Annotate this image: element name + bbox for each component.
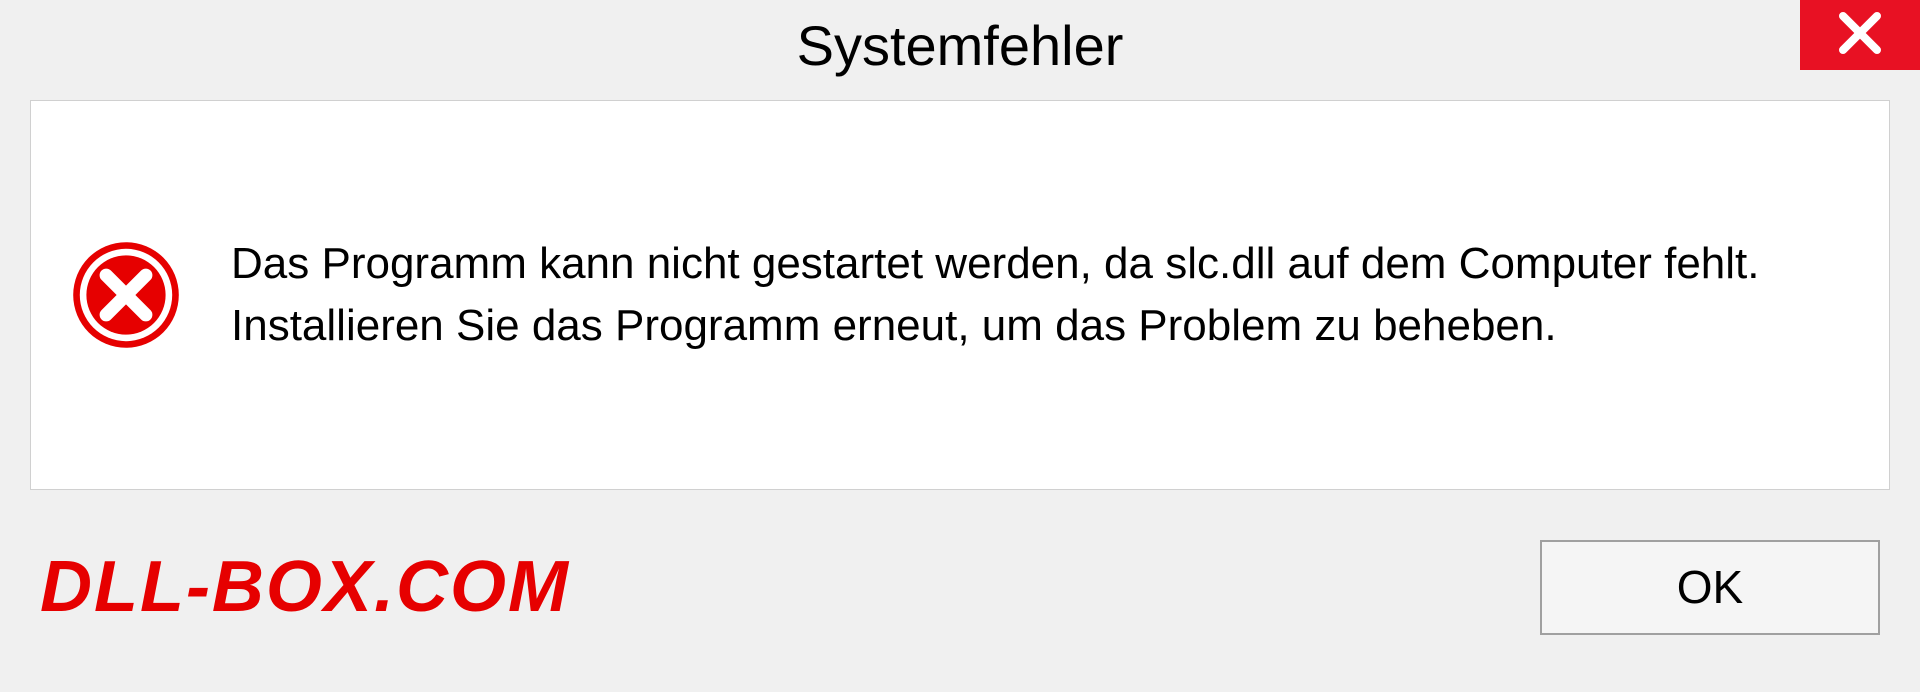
titlebar: Systemfehler bbox=[0, 0, 1920, 90]
ok-button[interactable]: OK bbox=[1540, 540, 1880, 635]
error-icon bbox=[71, 240, 181, 350]
dialog-title: Systemfehler bbox=[797, 13, 1124, 78]
error-message: Das Programm kann nicht gestartet werden… bbox=[231, 233, 1781, 356]
footer: DLL-BOX.COM OK bbox=[0, 512, 1920, 692]
watermark-text: DLL-BOX.COM bbox=[40, 546, 570, 628]
content-panel: Das Programm kann nicht gestartet werden… bbox=[30, 100, 1890, 490]
close-button[interactable] bbox=[1800, 0, 1920, 70]
close-icon bbox=[1835, 8, 1885, 63]
